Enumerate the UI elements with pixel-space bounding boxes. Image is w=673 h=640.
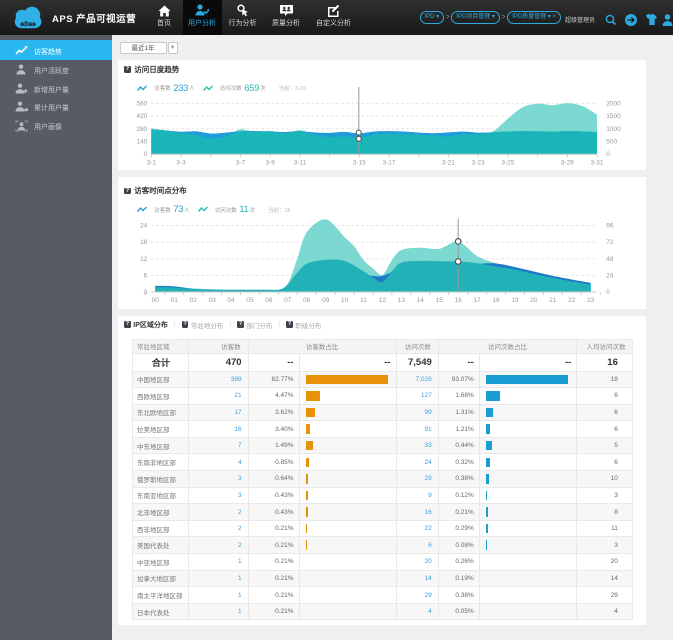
svg-text:18: 18 — [140, 239, 148, 246]
svg-text:3-23: 3-23 — [471, 159, 484, 166]
svg-text:05: 05 — [246, 296, 254, 303]
svg-text:14: 14 — [416, 296, 424, 303]
svg-text:500: 500 — [606, 138, 617, 145]
svg-text:3-11: 3-11 — [293, 159, 306, 166]
svg-text:140: 140 — [136, 138, 147, 145]
svg-text:0: 0 — [143, 288, 147, 295]
svg-text:08: 08 — [303, 296, 311, 303]
svg-text:3-31: 3-31 — [590, 159, 603, 166]
svg-text:24: 24 — [140, 222, 148, 229]
svg-text:23: 23 — [587, 296, 595, 303]
svg-text:3-1: 3-1 — [146, 159, 156, 166]
svg-text:3-9: 3-9 — [265, 159, 275, 166]
svg-text:12: 12 — [140, 255, 148, 262]
svg-text:12: 12 — [379, 296, 387, 303]
svg-text:3-25: 3-25 — [501, 159, 514, 166]
svg-text:19: 19 — [511, 296, 519, 303]
svg-text:24: 24 — [606, 272, 614, 279]
svg-text:1500: 1500 — [606, 113, 621, 120]
svg-text:22: 22 — [568, 296, 576, 303]
svg-text:560: 560 — [136, 100, 147, 107]
svg-text:20: 20 — [530, 296, 538, 303]
svg-text:3-3: 3-3 — [176, 159, 186, 166]
svg-text:0: 0 — [143, 151, 147, 158]
svg-text:02: 02 — [189, 296, 197, 303]
svg-text:15: 15 — [435, 296, 443, 303]
svg-text:00: 00 — [151, 296, 159, 303]
svg-text:18: 18 — [492, 296, 500, 303]
svg-text:09: 09 — [322, 296, 330, 303]
svg-text:1000: 1000 — [606, 126, 621, 133]
svg-text:280: 280 — [136, 126, 147, 133]
svg-text:01: 01 — [170, 296, 178, 303]
svg-text:420: 420 — [136, 113, 147, 120]
svg-text:3-15: 3-15 — [352, 159, 365, 166]
svg-text:3-7: 3-7 — [235, 159, 245, 166]
svg-text:21: 21 — [549, 296, 557, 303]
svg-text:eSee: eSee — [20, 21, 36, 28]
svg-text:04: 04 — [227, 296, 235, 303]
svg-text:6: 6 — [143, 272, 147, 279]
svg-text:13: 13 — [397, 296, 405, 303]
svg-text:16: 16 — [454, 296, 462, 303]
svg-text:48: 48 — [606, 255, 614, 262]
svg-text:03: 03 — [208, 296, 216, 303]
svg-text:06: 06 — [265, 296, 273, 303]
svg-text:0: 0 — [606, 151, 610, 158]
svg-text:3-21: 3-21 — [442, 159, 455, 166]
svg-text:10: 10 — [341, 296, 349, 303]
svg-text:3-17: 3-17 — [382, 159, 395, 166]
svg-text:72: 72 — [606, 239, 614, 246]
svg-text:3-29: 3-29 — [560, 159, 573, 166]
svg-text:17: 17 — [473, 296, 481, 303]
svg-text:0: 0 — [606, 288, 610, 295]
svg-text:07: 07 — [284, 296, 292, 303]
svg-text:11: 11 — [360, 296, 367, 303]
svg-text:2000: 2000 — [606, 100, 621, 107]
svg-text:96: 96 — [606, 222, 614, 229]
